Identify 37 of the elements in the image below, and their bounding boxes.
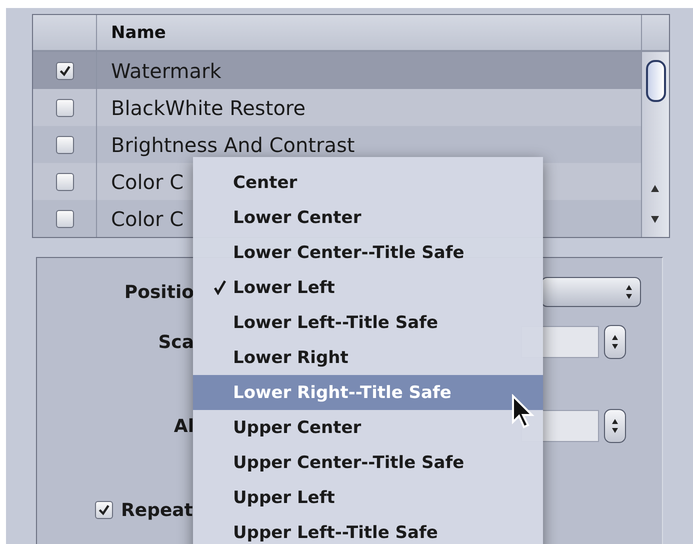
- menu-item[interactable]: Upper Center--Title Safe: [193, 445, 543, 480]
- menu-item[interactable]: Center: [193, 165, 543, 200]
- up-down-arrows-icon: [610, 333, 620, 351]
- menu-item[interactable]: Lower Center: [193, 200, 543, 235]
- table-row[interactable]: BlackWhite Restore: [33, 89, 641, 126]
- menu-item[interactable]: Lower Left--Title Safe: [193, 305, 543, 340]
- popup-menu[interactable]: Center Lower Center Lower Center--Title Safe Lower Left Lower Left--Title Safe Lower Right Lower Right--Title Safe Upper Center Upper Center--Title Safe Upper Left Upper Left--Title Safe: [193, 157, 543, 544]
- stepper[interactable]: [604, 409, 626, 443]
- menu-item[interactable]: Upper Left: [193, 480, 543, 515]
- effect-name: Watermark: [110, 58, 222, 82]
- checkbox[interactable]: [56, 98, 74, 116]
- scroll-thumb[interactable]: [646, 60, 666, 102]
- up-down-arrows-icon: [624, 283, 634, 301]
- effect-name: Color C: [110, 170, 184, 194]
- field-label: Sca: [157, 332, 194, 352]
- menu-item[interactable]: Lower Right: [193, 340, 543, 375]
- scrollbar[interactable]: [641, 52, 669, 237]
- table-row[interactable]: Watermark: [33, 52, 641, 89]
- effect-name: Color C: [110, 206, 184, 230]
- checkbox[interactable]: [56, 62, 74, 80]
- effect-name: Brightness And Contrast: [110, 132, 355, 156]
- checkbox[interactable]: [56, 210, 74, 228]
- menu-item[interactable]: Upper Left--Title Safe: [193, 515, 543, 544]
- up-down-arrows-icon: [610, 417, 620, 435]
- checkbox-label: Repeat: [121, 500, 193, 520]
- checkbox[interactable]: [95, 501, 113, 519]
- menu-item[interactable]: Lower Left: [193, 270, 543, 305]
- mouse-pointer-icon: [511, 394, 537, 430]
- checkbox[interactable]: [56, 136, 74, 154]
- stepper[interactable]: [604, 325, 626, 359]
- checkbox[interactable]: [56, 172, 74, 190]
- field-label: Positio: [123, 282, 194, 302]
- position-popup[interactable]: [541, 277, 641, 307]
- menu-item[interactable]: Upper Center: [193, 410, 543, 445]
- effect-name: BlackWhite Restore: [110, 96, 306, 120]
- field-label: Al: [172, 416, 194, 436]
- menu-item[interactable]: Lower Center--Title Safe: [193, 235, 543, 270]
